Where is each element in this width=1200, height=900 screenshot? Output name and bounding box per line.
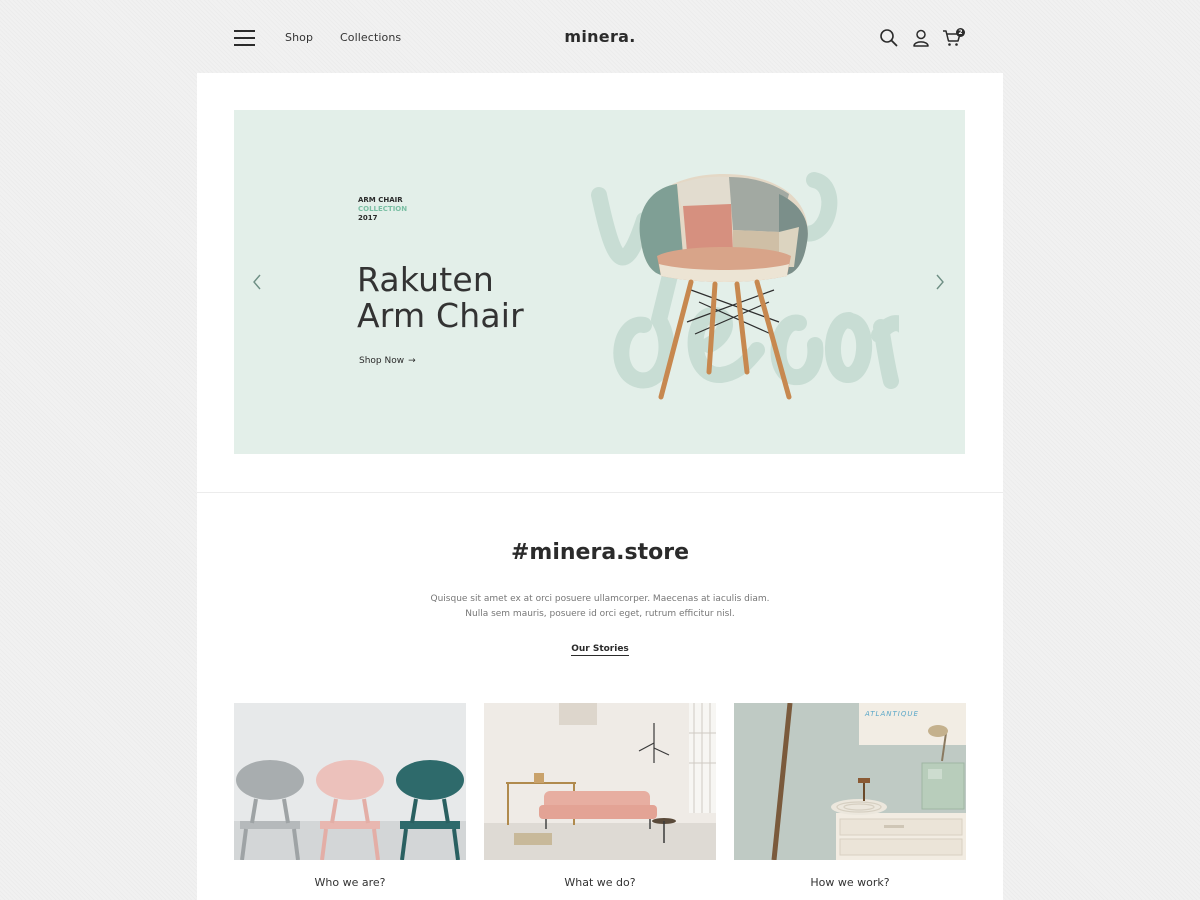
section-divider bbox=[197, 492, 1003, 493]
hero-eyebrow-line2: COLLECTION bbox=[358, 205, 408, 213]
chevron-right-icon[interactable] bbox=[934, 272, 946, 292]
user-icon[interactable] bbox=[911, 28, 931, 48]
hero-eyebrow-line1: ARM CHAIR bbox=[358, 196, 403, 204]
svg-text:ATLANTIQUE: ATLANTIQUE bbox=[864, 710, 919, 718]
search-icon[interactable] bbox=[879, 28, 899, 48]
chairs-photo bbox=[234, 703, 466, 860]
feature-caption-who[interactable]: Who we are? bbox=[234, 876, 466, 889]
hero-slider: ARM CHAIR COLLECTION 2017 Rakuten Arm Ch… bbox=[234, 110, 965, 454]
feature-caption-what[interactable]: What we do? bbox=[484, 876, 716, 889]
living-room-photo bbox=[484, 703, 716, 860]
hero-eyebrow: ARM CHAIR COLLECTION 2017 bbox=[358, 196, 407, 223]
armchair-image bbox=[639, 174, 808, 400]
feature-caption-how[interactable]: How we work? bbox=[734, 876, 966, 889]
feature-card-who[interactable]: Who we are? bbox=[234, 703, 466, 889]
chevron-left-icon[interactable] bbox=[251, 272, 263, 292]
our-stories-link[interactable]: Our Stories bbox=[571, 644, 629, 656]
arrow-right-icon: → bbox=[408, 356, 416, 366]
store-description: Quisque sit amet ex at orci posuere ulla… bbox=[430, 594, 770, 619]
our-stories-link-wrap: Our Stories bbox=[197, 644, 1003, 656]
site-logo[interactable]: minera. bbox=[0, 27, 1200, 46]
hero-title-line2: Arm Chair bbox=[357, 296, 524, 335]
shop-now-link[interactable]: Shop Now → bbox=[359, 356, 416, 366]
hero-title-line1: Rakuten bbox=[357, 260, 494, 299]
shop-now-label: Shop Now bbox=[359, 356, 405, 366]
feature-card-what[interactable]: What we do? bbox=[484, 703, 716, 889]
workshop-photo: ATLANTIQUE bbox=[734, 703, 966, 860]
cart-count-badge: 2 bbox=[956, 28, 965, 37]
site-header: Shop Collections minera. 2 bbox=[0, 0, 1200, 72]
hero-eyebrow-line3: 2017 bbox=[358, 214, 378, 222]
hero-title: Rakuten Arm Chair bbox=[357, 262, 524, 334]
main-content: ARM CHAIR COLLECTION 2017 Rakuten Arm Ch… bbox=[197, 73, 1003, 900]
feature-card-how[interactable]: ATLANTIQUE How we work? bbox=[734, 703, 966, 889]
store-title: #minera.store bbox=[510, 540, 690, 565]
